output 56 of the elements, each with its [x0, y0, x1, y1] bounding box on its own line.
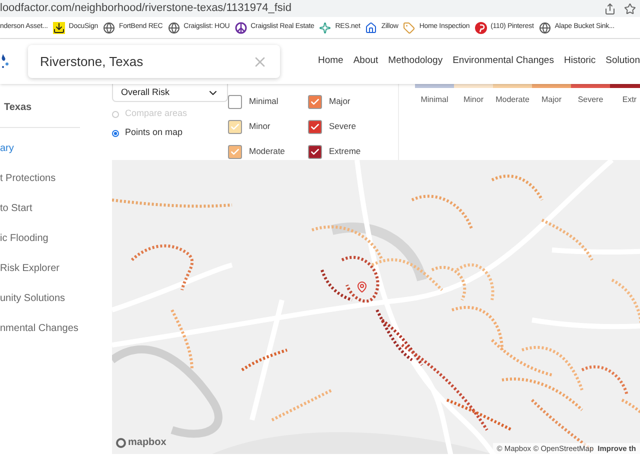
sidebar-title: Texas: [3, 101, 32, 115]
location-pin-icon: [356, 280, 368, 294]
house-icon: [365, 22, 378, 34]
sidebar-item[interactable]: unity Solutions: [0, 290, 112, 307]
risk-checkbox[interactable]: [228, 144, 242, 158]
sidebar-item[interactable]: t Protections: [0, 170, 112, 187]
nav-link[interactable]: Solution: [606, 54, 640, 69]
sidebar-item[interactable]: Risk Explorer: [0, 260, 112, 277]
checkbox-label: Major: [329, 95, 350, 108]
check-icon: [310, 122, 320, 132]
bookmark-star-icon[interactable]: [624, 2, 636, 14]
check-icon: [230, 122, 240, 132]
checkbox-label: Moderate: [249, 145, 285, 158]
legend-label: Extr: [621, 94, 638, 106]
download-icon: [52, 22, 65, 34]
risk-checkbox[interactable]: [228, 94, 242, 108]
checkbox-label: Minimal: [249, 95, 278, 108]
legend-label: Severe: [576, 94, 604, 106]
checkbox-label: Severe: [329, 120, 356, 133]
share-icon[interactable]: [604, 2, 616, 14]
check-icon: [310, 96, 320, 106]
globe-icon: [168, 22, 180, 34]
check-icon: [230, 146, 240, 156]
risk-dropdown[interactable]: Overall Risk: [112, 84, 228, 102]
nav-link[interactable]: Home: [318, 54, 344, 69]
legend-label: Major: [540, 94, 562, 106]
globe-icon: [102, 22, 115, 34]
tag-icon: [403, 22, 416, 34]
sidebar-item[interactable]: to Start: [0, 200, 112, 217]
nav-link[interactable]: Historic: [564, 54, 596, 69]
pin-icon: [474, 22, 487, 34]
peace-icon: [234, 22, 247, 34]
nav-link[interactable]: Methodology: [388, 54, 443, 69]
risk-checkbox[interactable]: [308, 144, 322, 158]
globe-icon: [538, 22, 551, 34]
risk-checkbox[interactable]: [308, 120, 322, 134]
search-field[interactable]: Riverstone, Texas: [28, 45, 280, 78]
check-icon: [310, 146, 320, 156]
legend-label: Minor: [462, 94, 484, 106]
legend-label: Minimal: [420, 94, 450, 106]
radio-label: Points on map: [125, 126, 183, 140]
sidebar-item[interactable]: nmental Changes: [0, 320, 112, 337]
sidebar-item[interactable]: ary: [0, 140, 112, 157]
legend-label: Moderate: [494, 94, 530, 106]
checkbox-label: Minor: [249, 120, 270, 133]
risk-checkbox[interactable]: [228, 120, 242, 134]
risk-checkbox[interactable]: [308, 94, 322, 108]
sidebar-item[interactable]: ic Flooding: [0, 230, 112, 247]
search-input[interactable]: Riverstone, Texas: [40, 52, 252, 72]
url-text[interactable]: loodfactor.com/neighborhood/riverstone-texas/1131974_fsid: [0, 0, 604, 17]
nav-link[interactable]: Environmental Changes: [452, 54, 554, 69]
mapbox-logo[interactable]: mapbox: [116, 435, 166, 450]
sparkle-icon: [319, 22, 332, 34]
radio-button[interactable]: [112, 130, 119, 136]
nav-link[interactable]: About: [353, 54, 378, 69]
checkbox-label: Extreme: [329, 145, 361, 158]
